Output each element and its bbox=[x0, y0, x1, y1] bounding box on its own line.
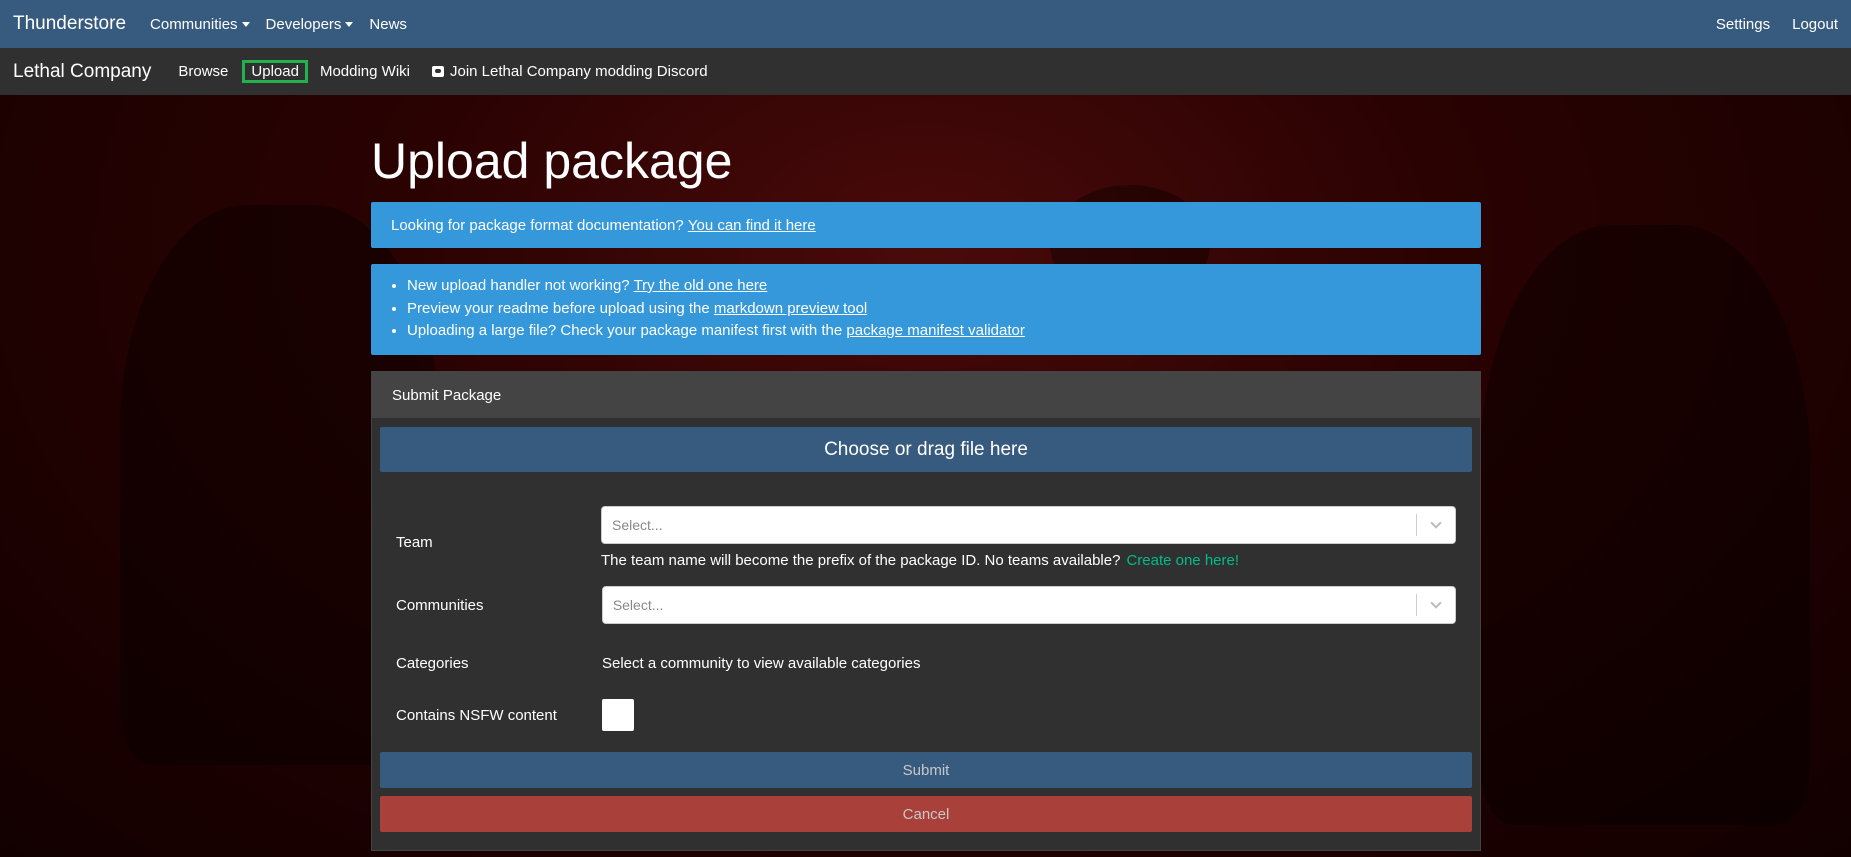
nav-news[interactable]: News bbox=[369, 16, 407, 33]
categories-hint: Select a community to view available cat… bbox=[602, 654, 921, 672]
discord-icon bbox=[431, 66, 444, 77]
markdown-preview-link[interactable]: markdown preview tool bbox=[714, 300, 867, 317]
brand-logo[interactable]: Thunderstore bbox=[13, 13, 126, 35]
chevron-down-icon[interactable] bbox=[1417, 587, 1455, 623]
nsfw-row: Contains NSFW content bbox=[372, 699, 1480, 731]
submit-package-card: Submit Package Choose or drag file here … bbox=[371, 371, 1481, 851]
nsfw-checkbox[interactable] bbox=[602, 699, 634, 731]
subnav-discord[interactable]: Join Lethal Company modding Discord bbox=[428, 61, 712, 82]
top-navbar: Thunderstore Communities Developers News… bbox=[0, 0, 1851, 48]
tip-item: Preview your readme before upload using … bbox=[407, 298, 1461, 321]
subnav-discord-label: Join Lethal Company modding Discord bbox=[449, 63, 708, 80]
subnav-browse[interactable]: Browse bbox=[174, 61, 232, 82]
docs-alert-text: Looking for package format documentation… bbox=[391, 216, 684, 234]
communities-select[interactable]: Select... bbox=[601, 586, 1456, 624]
subnav-upload[interactable]: Upload bbox=[242, 60, 308, 83]
docs-link[interactable]: You can find it here bbox=[688, 217, 816, 234]
manifest-validator-link[interactable]: package manifest validator bbox=[846, 322, 1024, 339]
background-silhouette-right bbox=[1480, 225, 1810, 825]
create-team-link[interactable]: Create one here! bbox=[1126, 552, 1239, 569]
file-dropzone[interactable]: Choose or drag file here bbox=[380, 427, 1472, 472]
tip-text: New upload handler not working? bbox=[407, 277, 630, 294]
team-select-placeholder: Select... bbox=[612, 517, 663, 533]
team-field-group: Select... The team name will become the … bbox=[601, 506, 1456, 569]
tips-list: New upload handler not working? Try the … bbox=[407, 275, 1461, 343]
communities-row: Communities Select... bbox=[372, 586, 1480, 624]
team-hint: The team name will become the prefix of … bbox=[601, 552, 1456, 569]
team-label: Team bbox=[396, 534, 433, 551]
tip-text: Uploading a large file? Check your packa… bbox=[407, 322, 843, 339]
chevron-down-icon[interactable] bbox=[1417, 507, 1455, 543]
caret-down-icon bbox=[241, 21, 250, 27]
community-name[interactable]: Lethal Company bbox=[13, 61, 151, 83]
docs-alert: Looking for package format documentation… bbox=[371, 202, 1481, 248]
nsfw-label: Contains NSFW content bbox=[396, 706, 557, 724]
categories-label: Categories bbox=[396, 654, 469, 672]
old-upload-link[interactable]: Try the old one here bbox=[634, 277, 768, 294]
cancel-button[interactable]: Cancel bbox=[380, 796, 1472, 832]
tip-item: Uploading a large file? Check your packa… bbox=[407, 320, 1461, 343]
nav-developers-label: Developers bbox=[265, 15, 342, 33]
nav-communities-label: Communities bbox=[150, 15, 238, 33]
tip-text: Preview your readme before upload using … bbox=[407, 299, 710, 317]
caret-down-icon bbox=[345, 21, 354, 27]
categories-row: Categories Select a community to view av… bbox=[372, 644, 1480, 682]
nav-settings[interactable]: Settings bbox=[1716, 16, 1770, 33]
team-row: Team Select... The team name will become… bbox=[372, 506, 1480, 569]
nav-developers[interactable]: Developers bbox=[266, 16, 354, 33]
nav-logout[interactable]: Logout bbox=[1792, 16, 1838, 33]
submit-button[interactable]: Submit bbox=[380, 752, 1472, 788]
main-content: Upload package Looking for package forma… bbox=[371, 95, 1481, 851]
nav-communities[interactable]: Communities bbox=[150, 16, 250, 33]
subnav-modding-wiki[interactable]: Modding Wiki bbox=[316, 61, 414, 82]
communities-label: Communities bbox=[396, 596, 484, 614]
nav-right-group: Settings Logout bbox=[1694, 16, 1838, 33]
card-header: Submit Package bbox=[372, 372, 1480, 418]
communities-select-placeholder: Select... bbox=[612, 597, 664, 613]
community-navbar: Lethal Company Browse Upload Modding Wik… bbox=[0, 48, 1851, 95]
page-title: Upload package bbox=[371, 133, 733, 189]
tip-item: New upload handler not working? Try the … bbox=[407, 275, 1461, 298]
team-hint-text: The team name will become the prefix of … bbox=[601, 552, 1121, 569]
tips-alert: New upload handler not working? Try the … bbox=[371, 264, 1481, 355]
team-select[interactable]: Select... bbox=[601, 506, 1456, 544]
